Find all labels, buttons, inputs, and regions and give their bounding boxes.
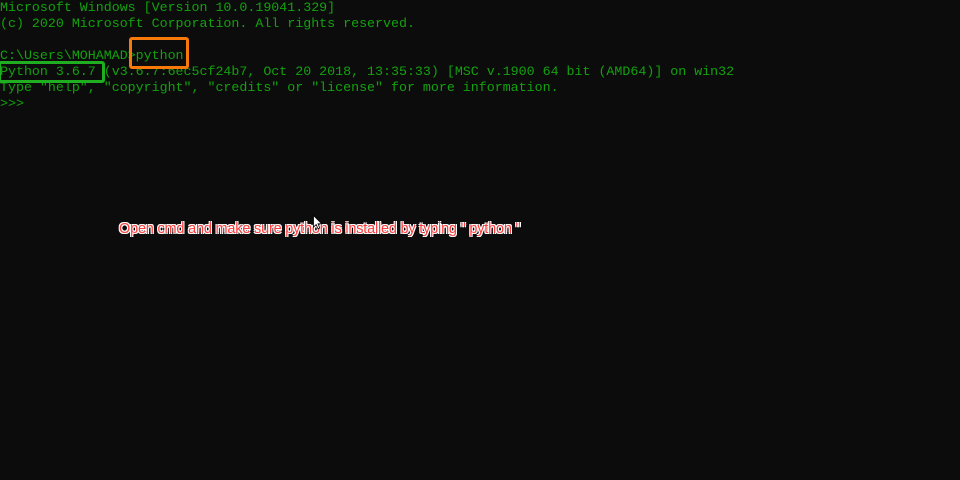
terminal-line-version: Microsoft Windows [Version 10.0.19041.32… bbox=[0, 0, 336, 15]
command-prompt-window[interactable]: Microsoft Windows [Version 10.0.19041.32… bbox=[0, 0, 960, 480]
command-highlight-box bbox=[129, 37, 189, 69]
version-highlight-box bbox=[0, 61, 105, 83]
terminal-line-python-version: Python 3.6.7 (v3.6.7:6ec5cf24b7, Oct 20 … bbox=[0, 64, 735, 79]
terminal-prompt[interactable]: >>> bbox=[0, 96, 24, 112]
terminal-line-copyright: (c) 2020 Microsoft Corporation. All righ… bbox=[0, 16, 415, 31]
